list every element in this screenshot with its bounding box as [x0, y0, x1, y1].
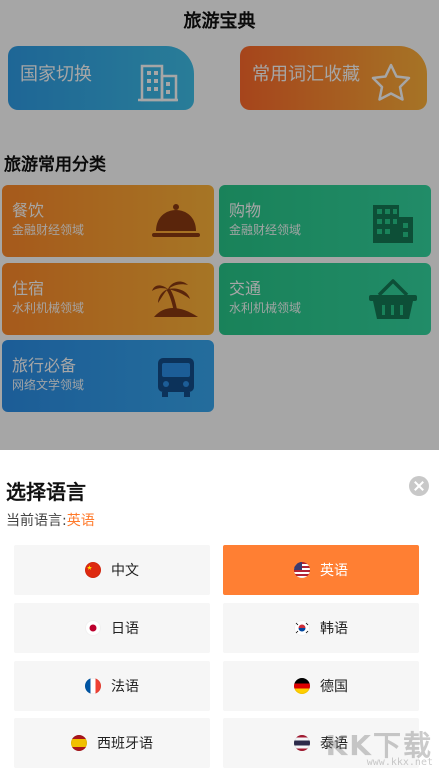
language-option-english[interactable]: 英语 — [223, 545, 419, 595]
language-bottom-sheet: 选择语言 当前语言:英语 中文 英语 日语 韩语 法语 德国 西班牙语 泰语 K… — [0, 450, 439, 774]
language-label: 韩语 — [320, 621, 348, 637]
japan-flag-icon — [85, 620, 101, 636]
language-label: 日语 — [111, 621, 139, 637]
modal-overlay[interactable] — [0, 0, 439, 450]
language-option-spanish[interactable]: 西班牙语 — [14, 718, 210, 768]
language-label: 英语 — [320, 563, 348, 579]
china-flag-icon — [85, 562, 101, 578]
usa-flag-icon — [294, 562, 310, 578]
spain-flag-icon — [71, 735, 87, 751]
app-root: 旅游宝典 国家切换 常用词汇收藏 旅游常用分类 餐饮 金融财经领域 购物 金融财… — [0, 0, 439, 774]
thailand-flag-icon — [294, 735, 310, 751]
germany-flag-icon — [294, 678, 310, 694]
watermark: KK下载 www.kkx.net — [309, 724, 433, 768]
korea-flag-icon — [294, 620, 310, 636]
france-flag-icon — [85, 678, 101, 694]
language-option-japanese[interactable]: 日语 — [14, 603, 210, 653]
language-option-korean[interactable]: 韩语 — [223, 603, 419, 653]
language-option-german[interactable]: 德国 — [223, 661, 419, 711]
language-option-french[interactable]: 法语 — [14, 661, 210, 711]
language-label: 法语 — [111, 679, 139, 695]
watermark-url: www.kkx.net — [366, 757, 433, 768]
language-label: 德国 — [320, 679, 348, 695]
language-option-chinese[interactable]: 中文 — [14, 545, 210, 595]
language-label: 西班牙语 — [97, 736, 153, 752]
language-label: 中文 — [111, 563, 139, 579]
